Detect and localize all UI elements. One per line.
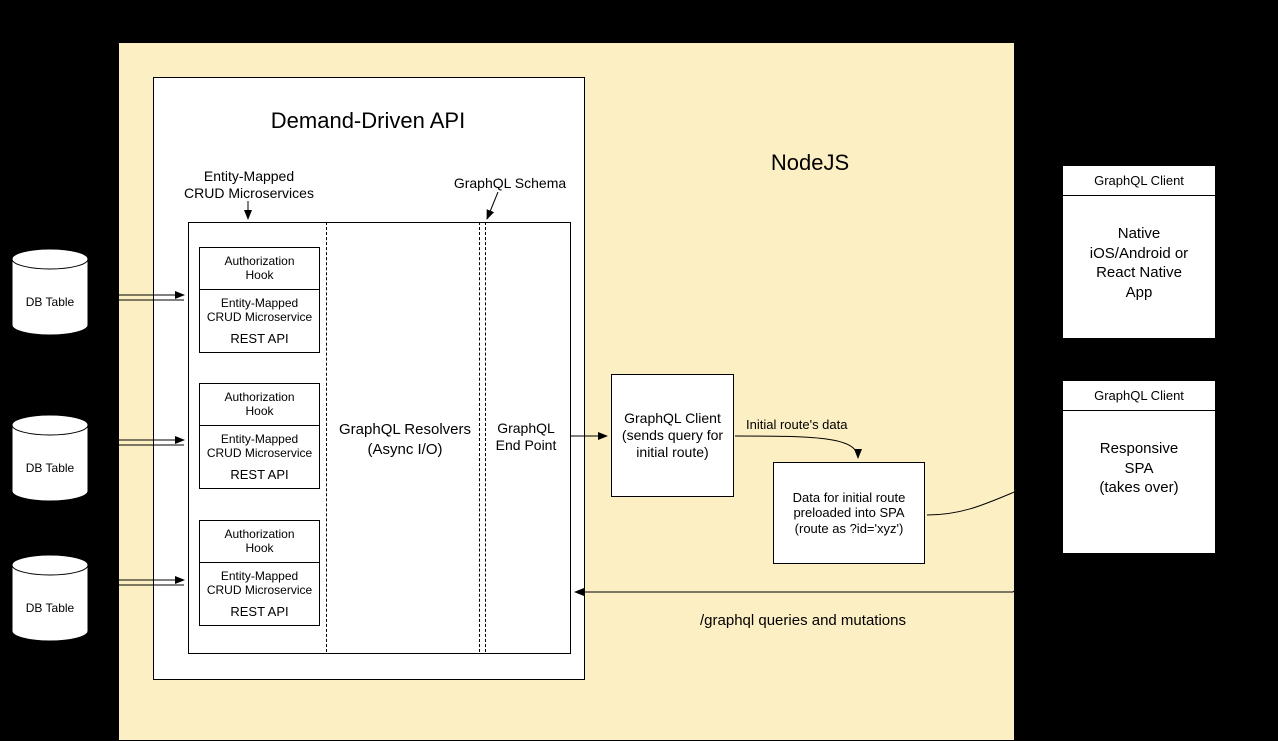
native-app-box: GraphQL Client NativeiOS/Android orReact… bbox=[1062, 165, 1216, 339]
crud-microservice-label: Entity-MappedCRUD Microservice bbox=[200, 425, 319, 467]
entity-mapped-header: Entity-MappedCRUD Microservices bbox=[169, 168, 329, 202]
diagram-stage: NodeJS Demand-Driven API Entity-MappedCR… bbox=[0, 0, 1278, 741]
api-title: Demand-Driven API bbox=[153, 108, 583, 134]
crud-microservice-label: Entity-MappedCRUD Microservice bbox=[200, 562, 319, 604]
auth-hook-label: AuthorizationHook bbox=[200, 521, 319, 562]
db-table-2: DB Table bbox=[10, 413, 90, 503]
auth-hook-label: AuthorizationHook bbox=[200, 384, 319, 425]
divider-dashed-1 bbox=[326, 222, 327, 652]
cylinder-icon bbox=[10, 247, 90, 337]
graphql-client-server-box: GraphQL Client(sends query forinitial ro… bbox=[611, 374, 734, 497]
microservice-block-3: AuthorizationHook Entity-MappedCRUD Micr… bbox=[199, 520, 320, 626]
rest-api-label: REST API bbox=[200, 331, 319, 353]
cylinder-icon bbox=[10, 413, 90, 503]
preload-spa-label: Data for initial routepreloaded into SPA… bbox=[793, 490, 906, 537]
spa-box: GraphQL Client ResponsiveSPA(takes over) bbox=[1062, 380, 1216, 554]
rest-api-label: REST API bbox=[200, 467, 319, 489]
nodejs-label: NodeJS bbox=[700, 150, 920, 176]
spa-label: ResponsiveSPA(takes over) bbox=[1063, 411, 1215, 553]
db-table-3: DB Table bbox=[10, 553, 90, 643]
microservice-block-2: AuthorizationHook Entity-MappedCRUD Micr… bbox=[199, 383, 320, 489]
auth-hook-label: AuthorizationHook bbox=[200, 248, 319, 289]
crud-microservice-label: Entity-MappedCRUD Microservice bbox=[200, 289, 319, 331]
cylinder-icon bbox=[10, 553, 90, 643]
graphql-schema-header: GraphQL Schema bbox=[430, 175, 590, 191]
graphql-queries-label: /graphql queries and mutations bbox=[700, 612, 906, 629]
graphql-client-header: GraphQL Client bbox=[1063, 166, 1215, 196]
initial-route-label: Initial route's data bbox=[746, 417, 848, 432]
db-table-label: DB Table bbox=[10, 295, 90, 309]
db-table-label: DB Table bbox=[10, 461, 90, 475]
preload-spa-box: Data for initial routepreloaded into SPA… bbox=[773, 462, 925, 564]
graphql-client-header: GraphQL Client bbox=[1063, 381, 1215, 411]
resolvers-label: GraphQL Resolvers(Async I/O) bbox=[330, 420, 480, 459]
endpoint-label: GraphQLEnd Point bbox=[486, 420, 566, 454]
graphql-client-server-label: GraphQL Client(sends query forinitial ro… bbox=[622, 410, 723, 460]
rest-api-label: REST API bbox=[200, 604, 319, 626]
db-table-label: DB Table bbox=[10, 601, 90, 615]
native-app-label: NativeiOS/Android orReact NativeApp bbox=[1063, 196, 1215, 338]
microservice-block-1: AuthorizationHook Entity-MappedCRUD Micr… bbox=[199, 247, 320, 353]
db-table-1: DB Table bbox=[10, 247, 90, 337]
